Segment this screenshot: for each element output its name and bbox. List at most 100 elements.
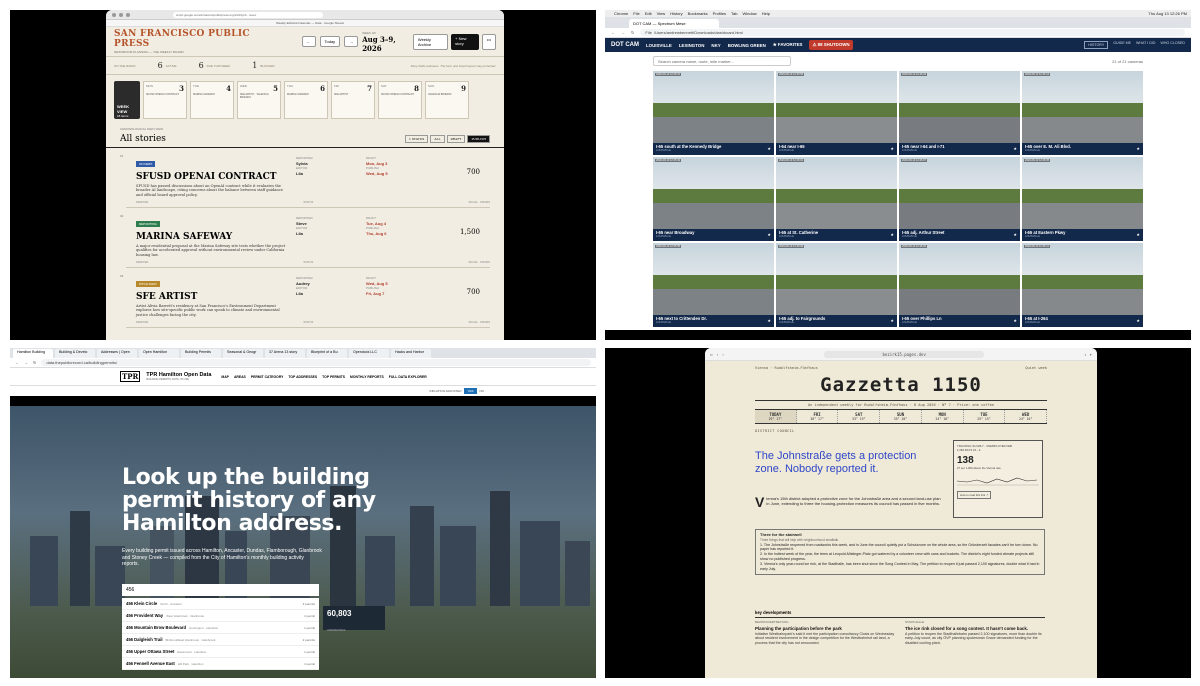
reload-icon[interactable]: ↻ — [631, 30, 634, 35]
search-result-item[interactable]: 456 Dalgleish Trail Binbrook/East Glanbro… — [122, 634, 319, 646]
day-card[interactable]: WED 5 SFE ARTIST · VALENCIA BIKEWAY — [237, 81, 281, 119]
shutdown-badge[interactable]: ⚠ 88 SHUTDOWN — [809, 40, 853, 50]
day-card[interactable]: TUE 4 MARINA SAFEWAY — [190, 81, 234, 119]
weekly-archive-button[interactable]: Weekly Archive — [412, 33, 449, 50]
story-title[interactable]: SFE ARTIST — [136, 292, 490, 302]
footer-social[interactable]: SOCIAL · PROMO — [468, 201, 490, 204]
address-bar[interactable]: bezirk15.pages.dev — [824, 350, 985, 358]
favorite-star-icon[interactable]: ★ — [1013, 232, 1017, 237]
prev-week-button[interactable]: ← — [301, 36, 316, 47]
next-week-button[interactable]: → — [344, 36, 359, 47]
camera-tile[interactable]: 2026-08-13 12:26:03 I-65 near I-64 and I-… — [899, 71, 1020, 155]
development-item[interactable]: STADTHALLE The ice rink closed for a son… — [905, 620, 1045, 646]
toggle-no[interactable]: NO — [480, 389, 485, 393]
zoom-dot-icon[interactable] — [126, 12, 130, 17]
camera-tile[interactable]: 2026-08-13 12:25:49 I-65 near Broadway LOU… — [653, 157, 774, 241]
menu-item[interactable]: Window — [742, 11, 756, 16]
day-card[interactable]: FRI 7 SFE ARTIST — [331, 81, 375, 119]
menu-link[interactable]: MONTHLY REPORTS — [350, 375, 384, 379]
share-icon[interactable]: ⇪ — [1084, 352, 1086, 357]
nav-favorites[interactable]: ★ FAVORITES — [773, 42, 803, 48]
story-title[interactable]: MARINA SAFEWAY — [136, 232, 490, 242]
bookmarks-bar[interactable]: Weekly Editorial Calendar — Data · Googl… — [106, 20, 504, 27]
story-row[interactable]: 02 REPORTING MARINA SAFEWAY A major residen… — [120, 208, 490, 268]
favorite-star-icon[interactable]: ★ — [1013, 146, 1017, 151]
camera-tile[interactable]: 2026-08-13 12:25:58 I-64 near I-65 LOUISVI… — [776, 71, 897, 155]
menu-item[interactable]: Help — [762, 11, 770, 16]
browser-tab[interactable]: Hacks and Harbor — [391, 349, 431, 358]
day-card[interactable]: THU 6 MARINA SAFEWAY — [284, 81, 328, 119]
minimize-dot-icon[interactable] — [119, 12, 123, 17]
camera-tile[interactable]: 2026-08-13 12:26:05 I-65 at Eastern Pkwy L… — [1022, 157, 1143, 241]
menu-item[interactable]: Profiles — [713, 11, 726, 16]
nav-lexington[interactable]: LEXINGTON — [679, 43, 705, 48]
search-result-item[interactable]: 456 Klein Circle North · Ancaster 2 permit… — [122, 598, 319, 610]
publish-date[interactable]: Wed, Aug 5 — [366, 171, 388, 176]
browser-tab[interactable]: Opendock LLC — [349, 349, 389, 358]
address-bar[interactable]: script.google.com/a/macros/publicpress.o… — [173, 11, 323, 18]
search-result-item[interactable]: 456 Fennell Avenue East Hill Park · Hamil… — [122, 658, 319, 670]
search-result-item[interactable]: 456 Upper Ottawa Street Eastmount · Hamil… — [122, 646, 319, 658]
favorite-star-icon[interactable]: ★ — [1013, 318, 1017, 323]
address-search-input[interactable]: 456 — [122, 584, 319, 596]
toggle-yes[interactable]: YES — [464, 388, 477, 394]
favorite-star-icon[interactable]: ★ — [1136, 318, 1140, 323]
day-card[interactable]: SUN 9 VALENCIA BIKEWAY — [425, 81, 469, 119]
publish-date[interactable]: Fri, Aug 7 — [366, 291, 388, 296]
browser-tab[interactable]: Addresses | Open — [97, 349, 137, 358]
back-icon[interactable]: ‹ — [716, 352, 718, 357]
menu-link[interactable]: TOP PERMITS — [322, 375, 345, 379]
favorite-star-icon[interactable]: ★ — [767, 146, 771, 151]
nav-louisville[interactable]: LOUISVILLE — [646, 43, 672, 48]
favorite-star-icon[interactable]: ★ — [890, 146, 894, 151]
browser-tab[interactable]: Seasonal & Geogr — [223, 349, 263, 358]
camera-tile[interactable]: 2026-08-13 12:26:07 I-65 adj. Arthur Stre… — [899, 157, 1020, 241]
menu-link[interactable]: FULL DATA EXPLORER — [389, 375, 427, 379]
favorite-star-icon[interactable]: ★ — [1136, 232, 1140, 237]
forward-icon[interactable]: → — [24, 360, 28, 365]
menu-item[interactable]: Chrome — [614, 11, 628, 16]
filter-status[interactable]: 1 STATUS — [405, 135, 429, 143]
browser-tab[interactable]: Open Hamilton — [139, 349, 179, 358]
favorite-star-icon[interactable]: ★ — [767, 232, 771, 237]
sidebar-icon[interactable]: ▭ — [710, 352, 712, 357]
menu-link[interactable]: TOP ADDRESSES — [288, 375, 317, 379]
guide-link[interactable]: GUIDE ME — [1113, 41, 1131, 49]
menu-item[interactable]: Edit — [645, 11, 652, 16]
today-button[interactable]: Today — [319, 36, 341, 47]
what-link[interactable]: WHAT I DID — [1136, 41, 1155, 49]
favorite-star-icon[interactable]: ★ — [767, 318, 771, 323]
camera-tile[interactable]: 2026-08-13 12:26:11 I-65 at I-264 LOUISVIL… — [1022, 243, 1143, 327]
tpr-logo[interactable]: TPR — [120, 371, 141, 382]
who-link[interactable]: WHO CLOSED — [1160, 41, 1185, 49]
history-button[interactable]: HISTORY — [1084, 41, 1109, 49]
browser-tab[interactable]: Hamilton Building — [13, 349, 53, 358]
week-view-card[interactable]: WEEK VIEW 18 items — [114, 81, 140, 119]
menu-item[interactable]: History — [670, 11, 682, 16]
menu-item[interactable]: Tab — [731, 11, 737, 16]
menu-link[interactable]: MAP — [221, 375, 229, 379]
how-to-read-link[interactable]: How to read this link ↗ — [957, 491, 992, 499]
search-result-item[interactable]: 456 Provident Way West Glanbrook · Glanbr… — [122, 610, 319, 622]
editor-name[interactable]: Lila — [296, 171, 313, 176]
story-title[interactable]: SFUSD OPENAI CONTRACT — [136, 172, 490, 182]
forward-icon[interactable]: › — [722, 352, 724, 357]
browser-tab[interactable]: Building & Develo — [55, 349, 95, 358]
editor-name[interactable]: Lila — [296, 231, 313, 236]
menu-item[interactable]: View — [657, 11, 666, 16]
camera-tile[interactable]: 2026-08-13 12:26:01 I-65 at St. Catherine… — [776, 157, 897, 241]
footer-social[interactable]: SOCIAL · PROMO — [468, 321, 490, 324]
more-icon[interactable]: ••• — [481, 33, 496, 50]
browser-tab[interactable]: 37 Arena 13 story — [265, 349, 305, 358]
filter-draft[interactable]: DRAFT — [446, 135, 466, 143]
forward-icon[interactable]: → — [621, 30, 625, 35]
story-row[interactable]: 03 PITCH AWAY SFE ARTIST Artist Alivia Barr… — [120, 268, 490, 328]
favorite-star-icon[interactable]: ★ — [890, 232, 894, 237]
reload-icon[interactable]: ↻ — [33, 360, 36, 365]
favorite-star-icon[interactable]: ★ — [890, 318, 894, 323]
footer-status[interactable]: STATUS — [303, 261, 313, 264]
day-card[interactable]: MON 3 SFUSD OPENAI CONTRACT — [143, 81, 187, 119]
close-dot-icon[interactable] — [112, 12, 116, 17]
camera-tile[interactable]: 2026-08-13 12:26:10 I-65 south at the Ken… — [653, 71, 774, 155]
footer-social[interactable]: SOCIAL · PROMO — [468, 261, 490, 264]
